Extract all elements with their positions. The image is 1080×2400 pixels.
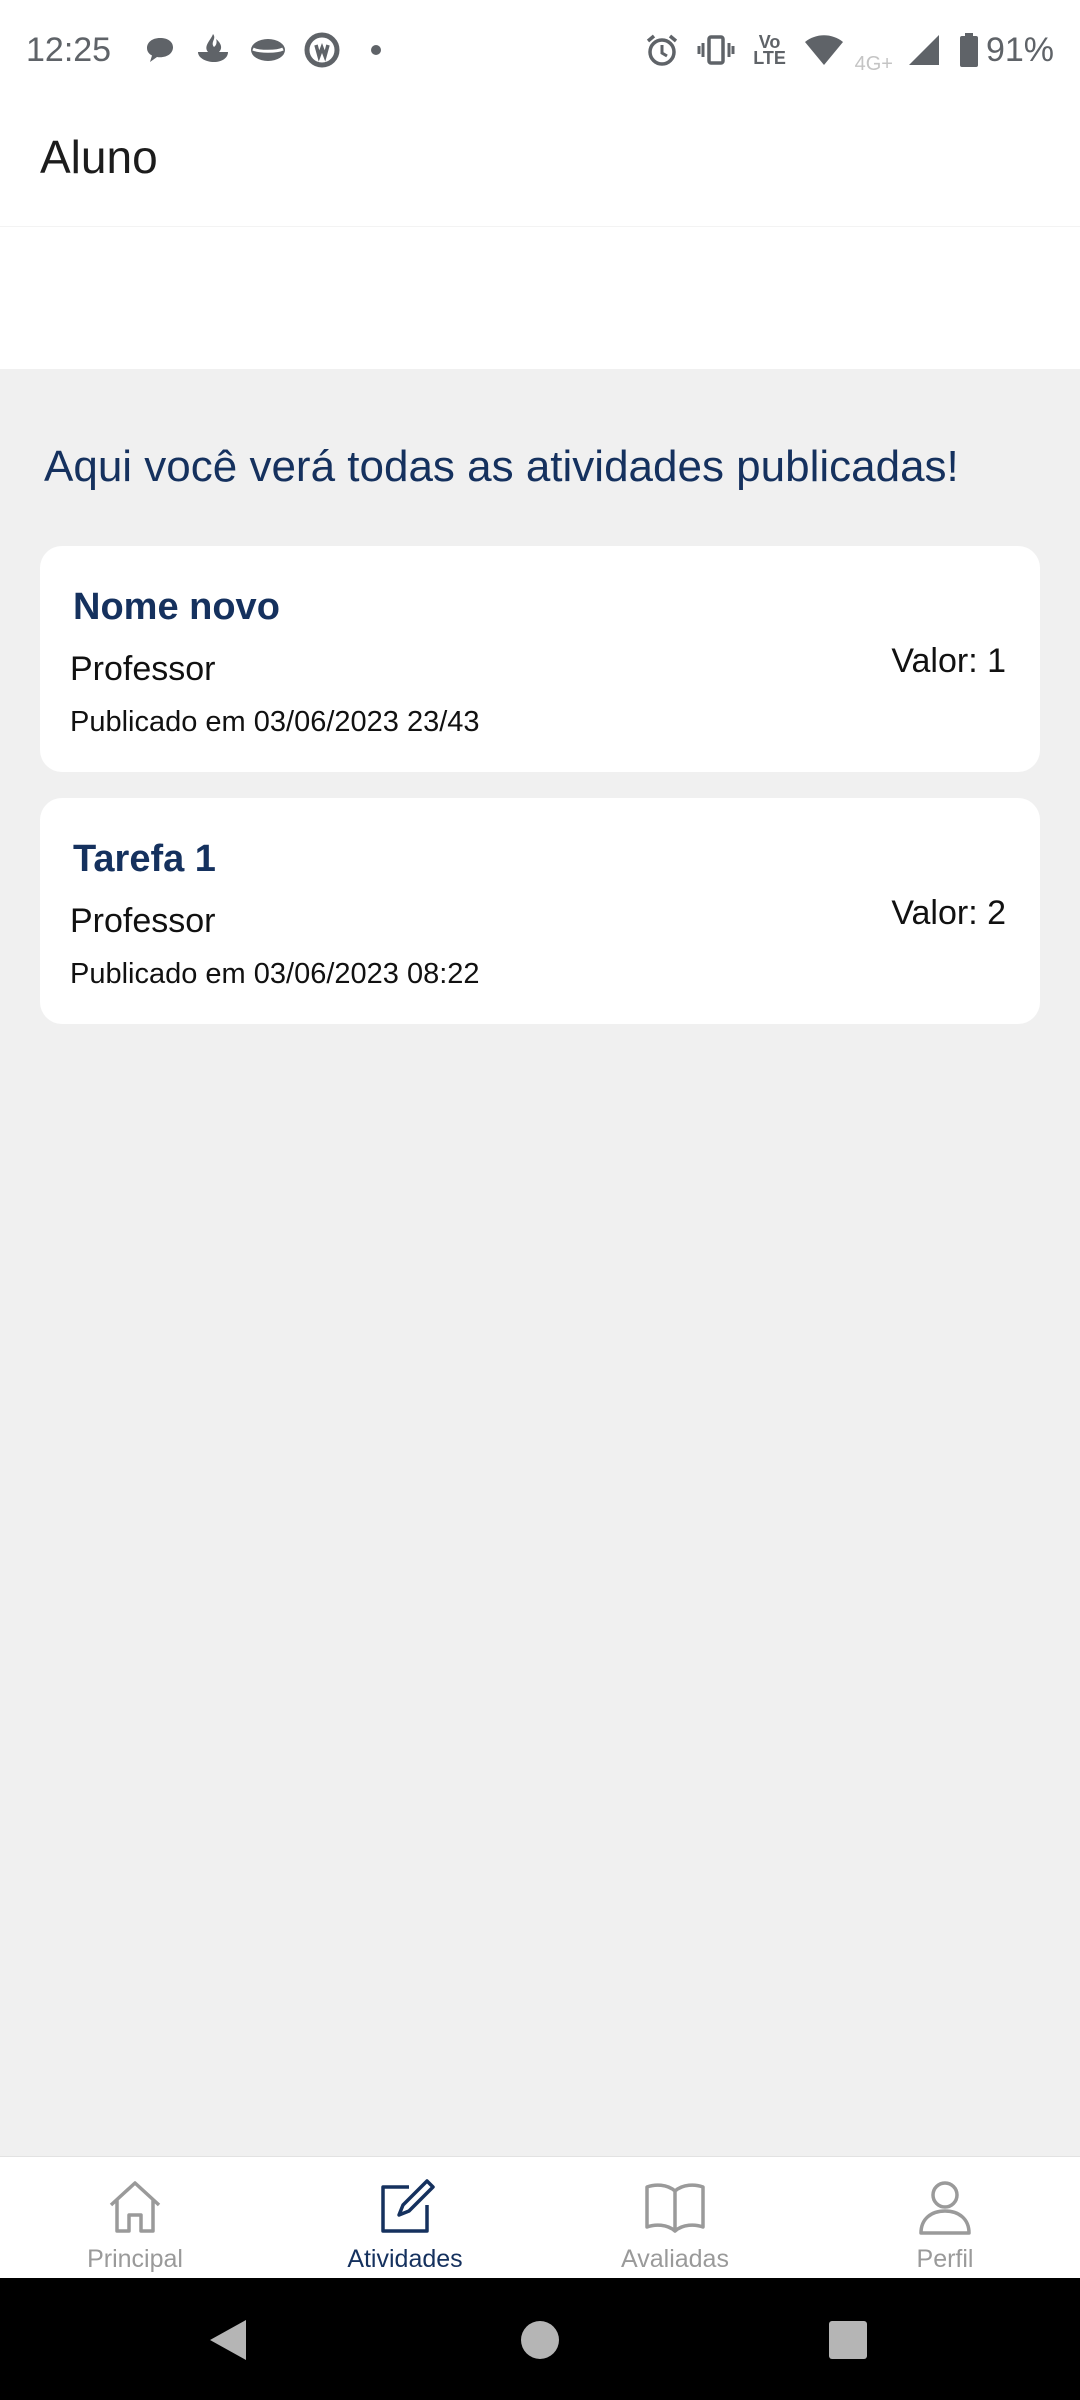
nav-item-principal[interactable]: Principal	[0, 2157, 270, 2279]
activity-title: Tarefa 1	[73, 838, 216, 880]
home-button-icon[interactable]	[512, 2312, 568, 2368]
activity-published-date: Publicado em 03/06/2023 08:22	[70, 958, 480, 990]
activity-value: Valor: 1	[891, 642, 1006, 680]
header-spacer	[0, 227, 1080, 369]
battery-icon	[958, 30, 980, 70]
lips-icon	[249, 31, 287, 69]
page-title: Aluno	[40, 131, 158, 183]
activity-published-date: Publicado em 03/06/2023 23/43	[70, 706, 480, 738]
nav-item-perfil[interactable]: Perfil	[810, 2157, 1080, 2279]
bottom-navigation: Principal Atividades Avaliadas Perfil	[0, 2156, 1080, 2279]
nav-label: Avaliadas	[621, 2245, 729, 2273]
volte-label-bottom: LTE	[753, 48, 786, 68]
nav-item-atividades[interactable]: Atividades	[270, 2157, 540, 2279]
santander-icon	[195, 31, 233, 69]
nav-label: Perfil	[916, 2245, 974, 2273]
edit-icon	[381, 2179, 435, 2233]
chat-bubble-icon	[141, 31, 179, 69]
system-navigation-bar	[0, 2278, 1080, 2400]
volte-icon: Vo LTE	[750, 30, 790, 70]
activity-title: Nome novo	[73, 586, 280, 628]
nav-label: Principal	[87, 2245, 183, 2273]
activity-card[interactable]: Nome novo Professor Publicado em 03/06/2…	[40, 546, 1040, 772]
activity-card[interactable]: Tarefa 1 Professor Publicado em 03/06/20…	[40, 798, 1040, 1024]
dot-icon	[357, 31, 395, 69]
nav-label: Atividades	[347, 2245, 463, 2273]
battery-percent: 91%	[985, 30, 1054, 69]
app-bar: Aluno	[0, 100, 1080, 227]
activities-headline: Aqui você verá todas as atividades publi…	[44, 442, 959, 491]
signal-icon	[904, 30, 944, 70]
wifi-icon	[804, 30, 844, 70]
recent-apps-icon[interactable]	[820, 2312, 876, 2368]
book-icon	[645, 2183, 705, 2233]
activity-value: Valor: 2	[891, 894, 1006, 932]
activity-author: Professor	[70, 650, 216, 688]
nav-item-avaliadas[interactable]: Avaliadas	[540, 2157, 810, 2279]
activity-author: Professor	[70, 902, 216, 940]
at-sign-icon	[303, 31, 341, 69]
home-icon	[109, 2181, 161, 2233]
status-left: 12:25	[26, 31, 403, 70]
vibrate-icon	[696, 30, 736, 70]
status-right: Vo LTE 4G+ 91%	[635, 25, 1054, 76]
status-time: 12:25	[26, 30, 112, 69]
back-icon[interactable]	[200, 2312, 256, 2368]
alarm-icon	[642, 30, 682, 70]
person-icon	[919, 2181, 971, 2235]
status-bar: 12:25 Vo LTE 4G+ 91%	[0, 0, 1080, 100]
network-type-label: 4G+	[854, 52, 893, 75]
